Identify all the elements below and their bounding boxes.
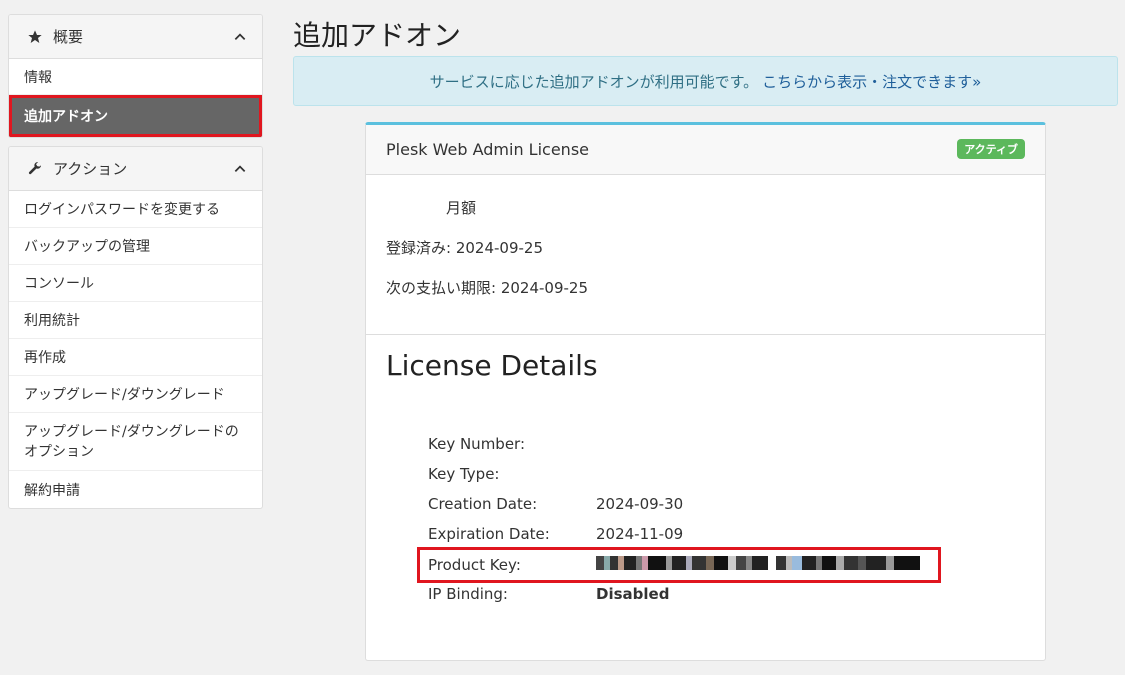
overview-panel-title: 概要: [53, 28, 84, 46]
chevron-up-icon[interactable]: [232, 29, 248, 45]
key-type-label: Key Type:: [428, 465, 500, 483]
creation-date-label: Creation Date:: [428, 495, 538, 513]
key-type-row: Key Type:: [428, 459, 988, 489]
overview-panel-header[interactable]: 概要: [9, 15, 262, 59]
sidebar-item-upgrade-options[interactable]: アップグレード/ダウングレードのオプション: [9, 413, 262, 471]
actions-panel-header[interactable]: アクション: [9, 147, 262, 191]
creation-date-row: Creation Date: 2024-09-30: [428, 489, 988, 519]
ip-binding-value: Disabled: [596, 585, 670, 603]
alert-text: サービスに応じた追加アドオンが利用可能です。: [429, 72, 759, 91]
next-due-date: 次の支払い期限: 2024-09-25: [386, 279, 588, 297]
star-icon: [27, 29, 47, 45]
expiration-date-row: Expiration Date: 2024-11-09: [428, 519, 988, 549]
expiration-date-label: Expiration Date:: [428, 525, 550, 543]
sidebar-item-info[interactable]: 情報: [9, 59, 262, 95]
billing-cycle: 月額: [446, 199, 477, 217]
billing-section: 月額 登録済み: 2024-09-25 次の支払い期限: 2024-09-25: [366, 175, 1045, 335]
registered-date: 登録済み: 2024-09-25: [386, 239, 543, 257]
chevron-up-icon[interactable]: [232, 161, 248, 177]
sidebar-item-backup[interactable]: バックアップの管理: [9, 228, 262, 265]
card-header: Plesk Web Admin License アクティブ: [366, 125, 1045, 175]
creation-date-value: 2024-09-30: [596, 495, 684, 513]
actions-panel-title: アクション: [53, 160, 128, 178]
ip-binding-row: IP Binding: Disabled: [428, 579, 988, 609]
sidebar-item-usage[interactable]: 利用統計: [9, 302, 262, 339]
sidebar-item-cancel[interactable]: 解約申請: [9, 471, 262, 508]
sidebar-item-rebuild[interactable]: 再作成: [9, 339, 262, 376]
sidebar-item-upgrade[interactable]: アップグレード/ダウングレード: [9, 376, 262, 413]
order-addons-link[interactable]: こちらから表示・注文できます»: [762, 71, 981, 92]
redacted-product-key: [596, 556, 920, 570]
product-card: Plesk Web Admin License アクティブ 月額 登録済み: 2…: [365, 122, 1046, 661]
product-key-row: Product Key:: [417, 547, 941, 583]
key-number-label: Key Number:: [428, 435, 526, 453]
wrench-icon: [27, 161, 47, 177]
license-details-title: License Details: [386, 349, 598, 382]
key-number-row: Key Number:: [428, 429, 988, 459]
overview-panel: 概要 情報 追加アドオン: [8, 14, 263, 138]
status-badge: アクティブ: [957, 139, 1025, 159]
sidebar-item-change-password[interactable]: ログインパスワードを変更する: [9, 191, 262, 228]
sidebar: 概要 情報 追加アドオン アクション ログインパスワードを変更する バックアップ…: [8, 14, 263, 517]
product-title: Plesk Web Admin License: [386, 140, 589, 159]
info-alert: サービスに応じた追加アドオンが利用可能です。 こちらから表示・注文できます»: [293, 56, 1118, 106]
sidebar-item-addons[interactable]: 追加アドオン: [9, 95, 262, 137]
page-title: 追加アドオン: [293, 19, 462, 52]
expiration-date-value: 2024-11-09: [596, 525, 684, 543]
product-key-value: [596, 556, 920, 574]
ip-binding-label: IP Binding:: [428, 585, 508, 603]
product-key-label: Product Key:: [428, 556, 521, 574]
sidebar-item-console[interactable]: コンソール: [9, 265, 262, 302]
actions-panel: アクション ログインパスワードを変更する バックアップの管理 コンソール 利用統…: [8, 146, 263, 509]
